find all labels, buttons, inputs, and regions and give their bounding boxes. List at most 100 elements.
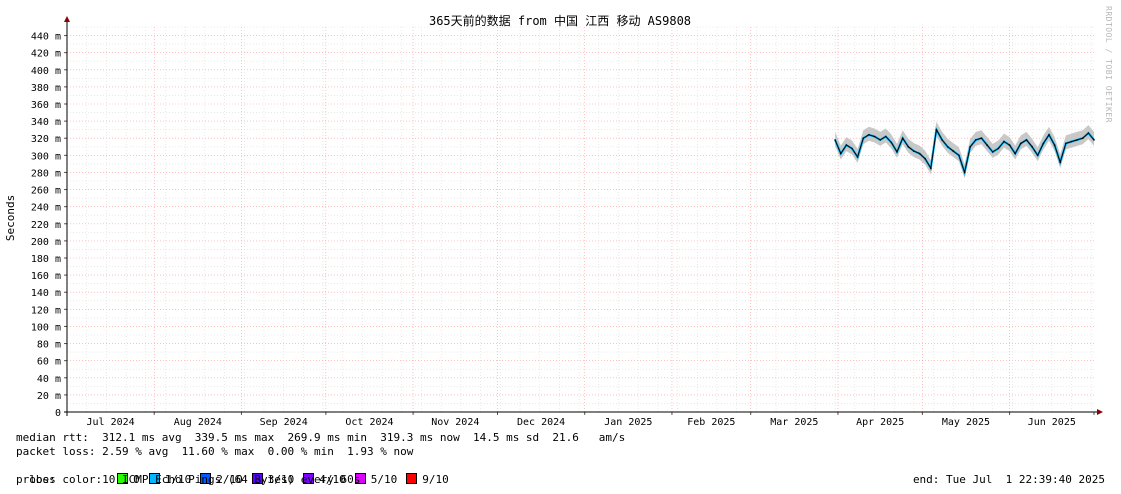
latency-chart: 365天前的数据 from 中国 江西 移动 AS9808 Seconds 0 2… (4, 13, 1103, 428)
series-point (1076, 139, 1078, 141)
x-axis-arrow (1097, 409, 1103, 415)
series-point (952, 150, 955, 152)
series-point (986, 144, 988, 146)
series-point (840, 152, 842, 155)
x-tick-label: Feb 2025 (687, 417, 735, 428)
x-tick-label: Nov 2024 (431, 417, 479, 428)
y-tick-label: 0 (55, 408, 61, 419)
series-point (963, 171, 966, 174)
series-point (913, 150, 915, 152)
loss-color-label-text: 9/10 (422, 473, 449, 486)
y-tick-label: 120 m (31, 305, 61, 316)
series-point (980, 137, 983, 139)
axes (64, 16, 1103, 416)
series-point (1008, 144, 1011, 146)
series-point (969, 146, 971, 148)
series-point (885, 135, 887, 138)
chart-title: 365天前的数据 from 中国 江西 移动 AS9808 (429, 13, 691, 28)
x-tick-label: Aug 2024 (174, 417, 222, 428)
x-tick-label: Jun 2025 (1028, 417, 1076, 428)
y-tick-label: 400 m (31, 66, 61, 77)
y-tick-label: 360 m (31, 100, 61, 111)
median-rtt-line: median rtt: 312.1 ms avg 339.5 ms max 26… (16, 431, 626, 444)
y-axis-arrow (64, 16, 70, 22)
series-point (958, 154, 960, 157)
series-point (1059, 161, 1061, 163)
series-point (1065, 142, 1067, 145)
series-point (924, 158, 926, 160)
series-point (1036, 154, 1039, 157)
y-axis-label: Seconds (4, 195, 17, 241)
series-point (901, 137, 904, 139)
series-point (845, 144, 848, 146)
x-tick-label: Mar 2025 (770, 417, 818, 428)
series-point (1070, 140, 1073, 143)
series-layer (834, 121, 1095, 179)
series-point (1048, 134, 1050, 136)
y-tick-label: 420 m (31, 49, 61, 60)
x-tick-label: Jan 2025 (604, 417, 652, 428)
y-tick-label: 200 m (31, 237, 61, 248)
series-point (941, 139, 943, 141)
series-point (1025, 139, 1028, 141)
y-tick-label: 100 m (31, 322, 61, 333)
series-point (1014, 152, 1016, 155)
y-tick-label: 140 m (31, 288, 61, 299)
series-point (975, 139, 977, 141)
x-tick-label: Apr 2025 (856, 417, 904, 428)
y-tick-label: 80 m (37, 340, 61, 351)
y-tick-label: 20 m (37, 391, 61, 402)
series-point (834, 139, 836, 141)
x-tick-label: Sep 2024 (260, 417, 308, 428)
series-point (930, 167, 932, 169)
series-point (873, 135, 876, 138)
series-point (1020, 142, 1022, 145)
series-point (1053, 144, 1056, 146)
series-point (1087, 132, 1090, 134)
series-point (1081, 137, 1084, 139)
series-point (856, 156, 859, 158)
y-tick-label: 320 m (31, 134, 61, 145)
x-axis-ticks: Jul 2024 Aug 2024 Sep 2024 Oct 2024 Nov 2024… (66, 412, 1095, 428)
y-tick-label: 180 m (31, 254, 61, 265)
y-axis-ticks: 0 20 m 40 m 60 m 80 m 100 m 120 m 140 m 160 m 180… (31, 32, 67, 419)
probe-line: probe: 10 ICMP Echo Pings (64 Bytes) eve… (16, 473, 361, 486)
y-tick-label: 240 m (31, 203, 61, 214)
series-point (1003, 140, 1005, 143)
series-point (879, 139, 881, 141)
series-point (851, 147, 853, 150)
y-tick-label: 40 m (37, 374, 61, 385)
series-point (935, 128, 938, 131)
series-point (997, 147, 1000, 150)
y-tick-label: 260 m (31, 186, 61, 197)
y-tick-label: 220 m (31, 220, 61, 231)
series-point (890, 141, 893, 144)
series-point (1042, 142, 1045, 145)
series-point (868, 134, 870, 136)
y-tick-label: 160 m (31, 271, 61, 282)
y-tick-label: 300 m (31, 151, 61, 162)
series-point (991, 151, 994, 153)
end-time: end: Tue Jul 1 22:39:40 2025 (912, 473, 1105, 486)
series-point (862, 137, 865, 139)
packet-loss-line: packet loss: 2.59 % avg 11.60 % max 0.00… (16, 445, 414, 458)
series-point (1093, 139, 1095, 141)
loss-color-item: 5/10 (354, 473, 398, 486)
x-tick-label: Jul 2024 (87, 417, 135, 428)
rrdtool-watermark: RRDTOOL / TOBI OETIKER (1104, 6, 1113, 123)
series-point (907, 146, 910, 148)
series-point (896, 151, 898, 153)
x-tick-label: Oct 2024 (345, 417, 393, 428)
loss-color-label-text: 5/10 (370, 473, 398, 486)
series-point (946, 146, 949, 148)
loss-color-swatch (406, 473, 418, 484)
y-tick-label: 280 m (31, 168, 61, 179)
y-tick-label: 60 m (37, 357, 61, 368)
series-point (918, 152, 921, 155)
x-tick-label: Dec 2024 (517, 417, 565, 428)
grid (67, 26, 1094, 412)
series-point (1031, 146, 1033, 148)
loss-color-item: 9/10 (406, 473, 449, 486)
y-tick-label: 380 m (31, 83, 61, 94)
x-tick-label: May 2025 (942, 417, 990, 428)
